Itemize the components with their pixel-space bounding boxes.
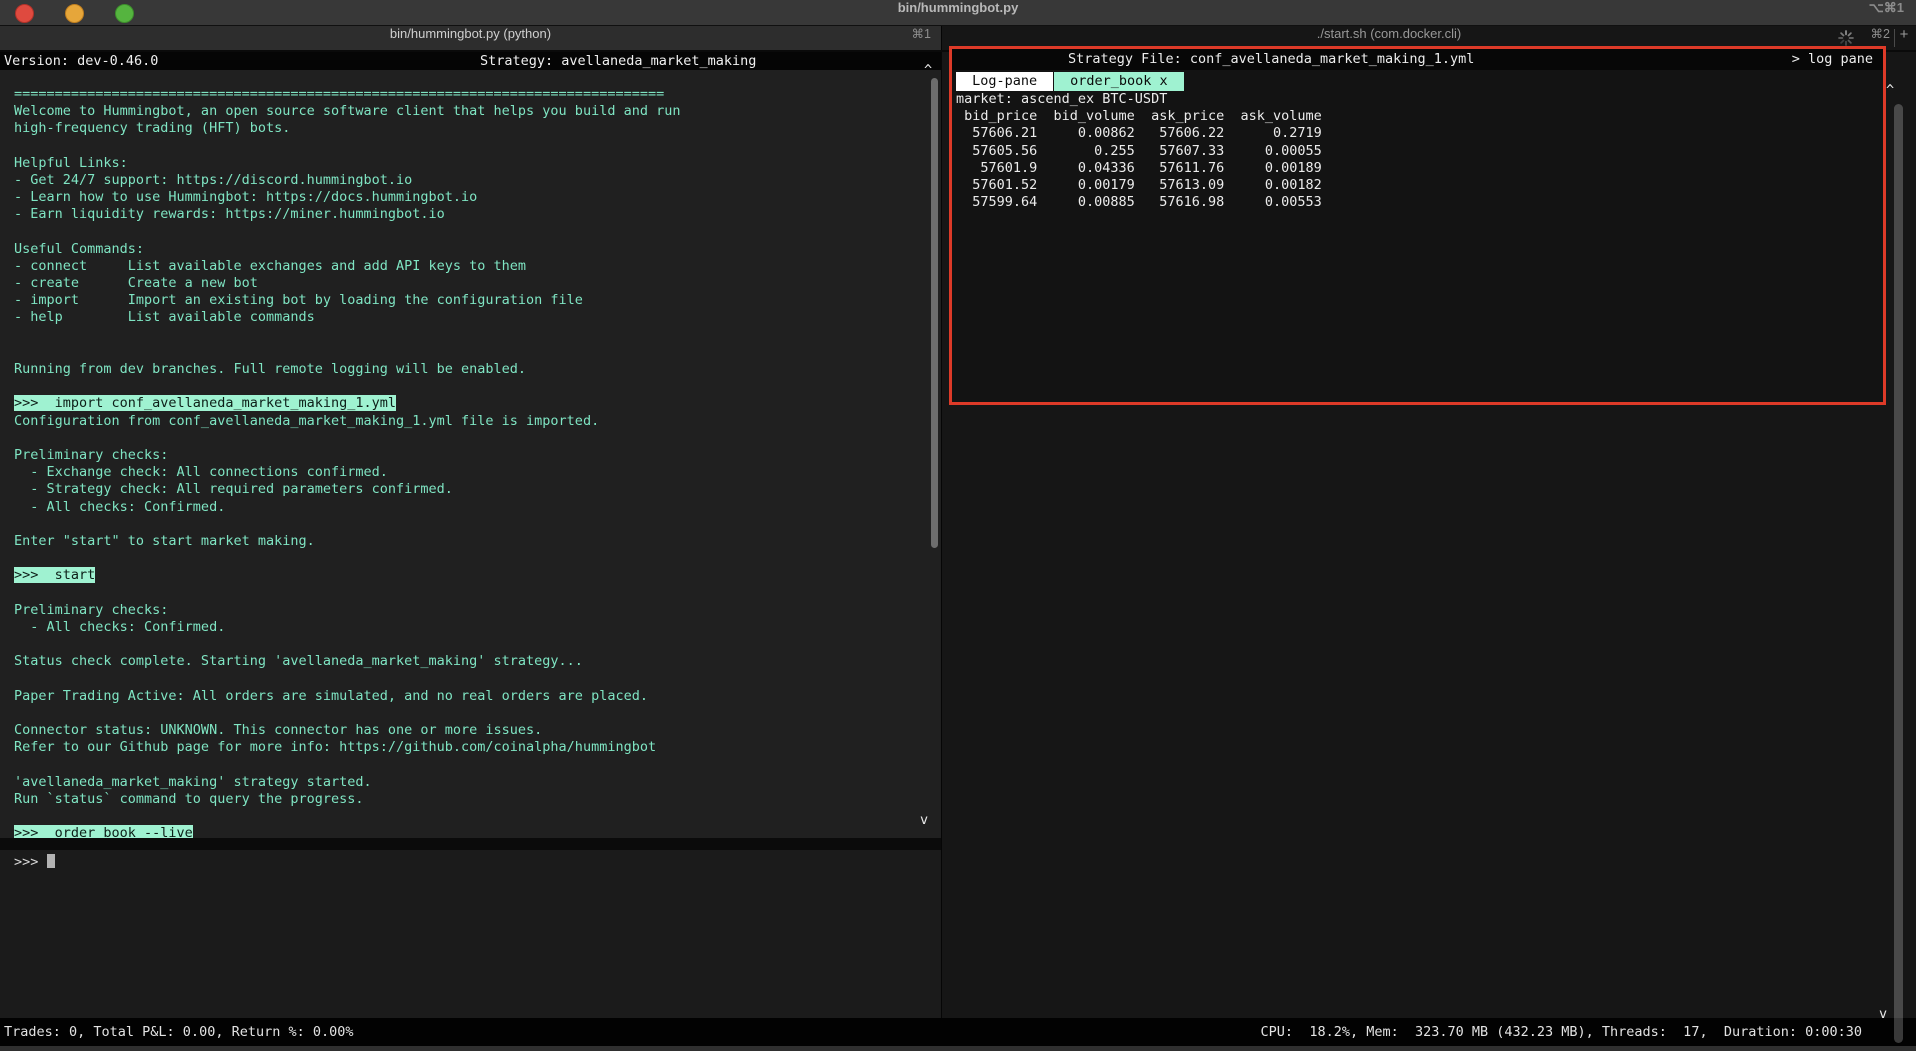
log-line: - connect List available exchanges and a…	[14, 258, 941, 275]
order-book-row: 57605.56 0.255 57607.33 0.00055	[956, 143, 1322, 160]
log-line: Run `status` command to query the progre…	[14, 791, 941, 808]
scroll-up-indicator[interactable]: ^	[1886, 82, 1894, 98]
hummingbot-top-bar: Version: dev-0.46.0 Strategy: avellaneda…	[0, 52, 941, 70]
right-scrollbar-thumb[interactable]	[1894, 104, 1903, 1043]
order-book-rows: 57606.21 0.00862 57606.22 0.2719 57605.5…	[956, 125, 1322, 211]
log-pane-top-bar: Strategy File: conf_avellaneda_market_ma…	[952, 49, 1883, 70]
strategy-label: Strategy: avellaneda_market_making	[480, 52, 756, 70]
order-book-panel: market: ascend_ex BTC-USDT bid_price bid…	[956, 91, 1322, 211]
command-prompt[interactable]: >>>	[14, 854, 55, 871]
pane-tab-hummingbot-shortcut: ⌘1	[912, 26, 931, 41]
version-label: Version: dev-0.46.0	[4, 52, 158, 70]
log-line	[14, 430, 941, 447]
log-line: - All checks: Confirmed.	[14, 499, 941, 516]
window-title: bin/hummingbot.py	[0, 0, 1916, 15]
log-line: Welcome to Hummingbot, an open source so…	[14, 103, 941, 120]
log-line: Preliminary checks:	[14, 447, 941, 464]
log-line: Status check complete. Starting 'avellan…	[14, 653, 941, 670]
log-line	[14, 224, 941, 241]
log-line	[14, 327, 941, 344]
log-line: - Strategy check: All required parameter…	[14, 481, 941, 498]
log-line: - Earn liquidity rewards: https://miner.…	[14, 206, 941, 223]
system-status: CPU: 18.2%, Mem: 323.70 MB (432.23 MB), …	[1261, 1018, 1862, 1046]
log-line	[14, 636, 941, 653]
window-shortcut-badge: ⌥⌘1	[1869, 0, 1904, 16]
strategy-file-label: Strategy File: conf_avellaneda_market_ma…	[1068, 49, 1474, 70]
log-line: Configuration from conf_avellaneda_marke…	[14, 413, 941, 430]
log-line: Running from dev branches. Full remote l…	[14, 361, 941, 378]
log-pane-label: > log pane	[1792, 49, 1873, 70]
hummingbot-terminal-pane[interactable]: Version: dev-0.46.0 Strategy: avellaneda…	[0, 52, 941, 1018]
log-line	[14, 808, 941, 825]
activity-spinner-icon	[1838, 30, 1854, 46]
command-input-area[interactable]: >>>	[0, 850, 941, 1018]
market-label: market: ascend_ex BTC-USDT	[956, 91, 1322, 108]
prompt-label: >>>	[14, 854, 47, 870]
log-line: - Learn how to use Hummingbot: https://d…	[14, 189, 941, 206]
log-line: - import Import an existing bot by loadi…	[14, 292, 941, 309]
bottom-status-bar: Trades: 0, Total P&L: 0.00, Return %: 0.…	[0, 1018, 1916, 1046]
log-line	[14, 756, 941, 773]
log-line	[14, 705, 941, 722]
log-line: >>> import conf_avellaneda_market_making…	[14, 395, 941, 412]
tab-log-pane[interactable]: Log-pane	[956, 72, 1053, 91]
log-line: Preliminary checks:	[14, 602, 941, 619]
log-line: Useful Commands:	[14, 241, 941, 258]
order-book-row: 57599.64 0.00885 57616.98 0.00553	[956, 194, 1322, 211]
scroll-down-indicator[interactable]: v	[920, 812, 928, 828]
log-line	[14, 516, 941, 533]
scroll-up-indicator[interactable]: ^	[924, 62, 932, 78]
order-book-header: bid_price bid_volume ask_price ask_volum…	[956, 108, 1322, 125]
log-line: >>> start	[14, 567, 941, 584]
pane-tab-docker-label: ./start.sh (com.docker.cli)	[942, 26, 1916, 41]
iterm-window: bin/hummingbot.py ⌥⌘1 bin/hummingbot.py …	[0, 0, 1916, 1051]
log-line: Connector status: UNKNOWN. This connecto…	[14, 722, 941, 739]
log-line: - Exchange check: All connections confir…	[14, 464, 941, 481]
trades-status: Trades: 0, Total P&L: 0.00, Return %: 0.…	[4, 1018, 354, 1046]
log-input-separator	[0, 838, 941, 850]
log-line: 'avellaneda_market_making' strategy star…	[14, 774, 941, 791]
log-line: Helpful Links:	[14, 155, 941, 172]
log-line	[14, 138, 941, 155]
window-titlebar: bin/hummingbot.py ⌥⌘1	[0, 0, 1916, 26]
log-line: >>> order_book --live	[14, 825, 941, 838]
log-line: - Get 24/7 support: https://discord.humm…	[14, 172, 941, 189]
order-book-row: 57601.9 0.04336 57611.76 0.00189	[956, 160, 1322, 177]
pane-tab-hummingbot-label: bin/hummingbot.py (python)	[0, 26, 941, 41]
new-tab-button[interactable]: +	[1896, 26, 1912, 43]
left-scrollbar-thumb[interactable]	[931, 78, 938, 548]
log-line: Refer to our Github page for more info: …	[14, 739, 941, 756]
log-line: - create Create a new bot	[14, 275, 941, 292]
pane-tab-hummingbot[interactable]: bin/hummingbot.py (python) ⌘1	[0, 26, 941, 50]
tabbar-divider	[1894, 29, 1895, 47]
log-line	[14, 670, 941, 687]
log-pane-terminal[interactable]: Strategy File: conf_avellaneda_market_ma…	[941, 52, 1916, 1018]
log-pane-highlight-box: Strategy File: conf_avellaneda_market_ma…	[949, 46, 1886, 405]
log-line: - help List available commands	[14, 309, 941, 326]
log-line: Enter "start" to start market making.	[14, 533, 941, 550]
hummingbot-output-log[interactable]: ========================================…	[0, 70, 941, 838]
log-line: high-frequency trading (HFT) bots.	[14, 120, 941, 137]
log-line	[14, 344, 941, 361]
log-line: ========================================…	[14, 86, 941, 103]
window-bottom-edge	[0, 1046, 1916, 1051]
log-line: - All checks: Confirmed.	[14, 619, 941, 636]
log-line	[14, 584, 941, 601]
order-book-row: 57601.52 0.00179 57613.09 0.00182	[956, 177, 1322, 194]
text-cursor	[47, 854, 55, 868]
log-line: Paper Trading Active: All orders are sim…	[14, 688, 941, 705]
pane-tab-docker-shortcut: ⌘2	[1871, 26, 1890, 41]
order-book-row: 57606.21 0.00862 57606.22 0.2719	[956, 125, 1322, 142]
log-line	[14, 550, 941, 567]
tab-order-book[interactable]: order_book x	[1054, 72, 1184, 91]
log-line	[14, 378, 941, 395]
